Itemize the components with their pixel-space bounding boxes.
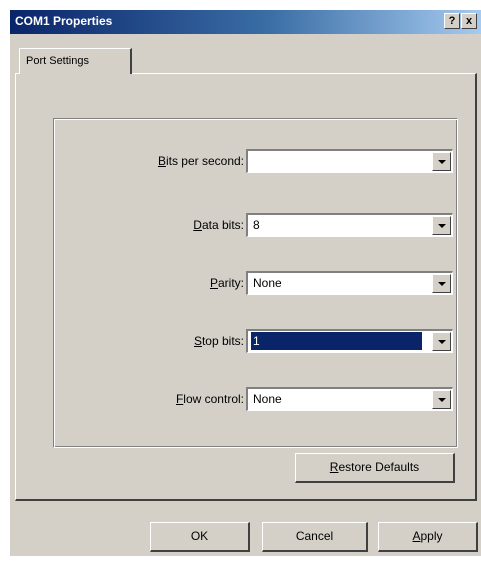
tab-label: Port Settings bbox=[26, 55, 89, 67]
apply-button[interactable]: Apply bbox=[378, 522, 478, 552]
flow-control-value: None bbox=[253, 392, 282, 406]
restore-defaults-button[interactable]: Restore Defaults bbox=[295, 453, 455, 483]
parity-value: None bbox=[253, 276, 282, 290]
bits-per-second-select[interactable] bbox=[246, 149, 453, 173]
port-settings-panel: Bits per second: Data bits: 8 Parity: No… bbox=[15, 73, 477, 501]
chevron-down-icon[interactable] bbox=[432, 152, 451, 171]
data-bits-value: 8 bbox=[253, 218, 260, 232]
window-title: COM1 Properties bbox=[15, 14, 113, 28]
flow-control-select[interactable]: None bbox=[246, 387, 453, 411]
bits-per-second-value bbox=[251, 152, 255, 170]
help-icon: ? bbox=[448, 15, 456, 27]
com1-properties-dialog: COM1 Properties ? x Port Settings Bits p… bbox=[10, 10, 481, 556]
help-button[interactable]: ? bbox=[444, 13, 460, 29]
stop-bits-value: 1 bbox=[251, 332, 422, 350]
parity-label: Parity: bbox=[209, 276, 244, 290]
row-stop-bits: Stop bits: 1 bbox=[54, 329, 459, 355]
parity-select[interactable]: None bbox=[246, 271, 453, 295]
bits-per-second-label: Bits per second: bbox=[157, 154, 244, 168]
chevron-down-icon[interactable] bbox=[432, 274, 451, 293]
row-data-bits: Data bits: 8 bbox=[54, 213, 459, 239]
row-bits-per-second: Bits per second: bbox=[54, 149, 459, 175]
settings-group: Bits per second: Data bits: 8 Parity: No… bbox=[53, 118, 458, 448]
flow-control-label: Flow control: bbox=[175, 392, 244, 406]
close-button[interactable]: x bbox=[461, 13, 477, 29]
title-bar[interactable]: COM1 Properties ? x bbox=[10, 10, 481, 34]
chevron-down-icon[interactable] bbox=[432, 216, 451, 235]
data-bits-label: Data bits: bbox=[193, 218, 244, 232]
stop-bits-label: Stop bits: bbox=[193, 334, 244, 348]
chevron-down-icon[interactable] bbox=[432, 332, 451, 351]
row-parity: Parity: None bbox=[54, 271, 459, 297]
chevron-down-icon[interactable] bbox=[432, 390, 451, 409]
ok-button[interactable]: OK bbox=[150, 522, 250, 552]
stop-bits-select[interactable]: 1 bbox=[246, 329, 453, 353]
close-icon: x bbox=[465, 15, 473, 27]
cancel-button[interactable]: Cancel bbox=[262, 522, 368, 552]
row-flow-control: Flow control: None bbox=[54, 387, 459, 413]
data-bits-select[interactable]: 8 bbox=[246, 213, 453, 237]
tab-port-settings[interactable]: Port Settings bbox=[19, 48, 132, 74]
